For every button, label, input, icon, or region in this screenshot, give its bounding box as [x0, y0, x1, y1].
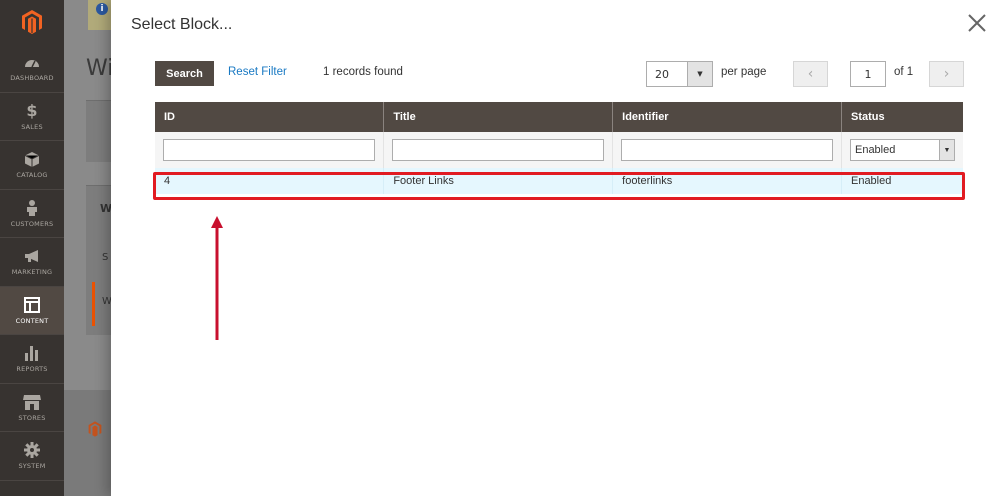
chevron-right-icon: ›	[943, 66, 950, 82]
records-count: 1 records found	[323, 66, 403, 78]
next-page-button[interactable]: ›	[929, 61, 964, 87]
per-page-label: per page	[721, 66, 767, 78]
nav-label: Customers	[10, 219, 54, 228]
nav-content[interactable]: Content	[0, 286, 64, 335]
chevron-down-icon[interactable]: ▼	[938, 140, 954, 160]
nav-stores[interactable]: Stores	[0, 384, 64, 432]
column-header-title[interactable]: Title	[383, 102, 614, 132]
gear-icon	[23, 441, 41, 459]
nav-label: Content	[15, 316, 49, 325]
nav-system[interactable]: System	[0, 432, 64, 481]
nav-catalog[interactable]: Catalog	[0, 141, 64, 190]
grid-header-row: ID Title Identifier Status	[155, 102, 963, 132]
panel-text-partial: S	[102, 252, 109, 263]
arrow-up-icon	[211, 216, 223, 340]
blocks-grid: ID Title Identifier Status Enabled ▼ 4 F…	[155, 102, 963, 194]
page-title-partial: Wi	[86, 56, 114, 81]
id-filter-input[interactable]	[163, 139, 376, 161]
nav-label: Dashboard	[10, 74, 54, 83]
nav-sales[interactable]: $ Sales	[0, 93, 64, 141]
status-filter-value: Enabled	[854, 144, 896, 156]
cell-id[interactable]: 4	[155, 168, 385, 194]
layout-icon	[23, 296, 41, 314]
nav-label: Catalog	[16, 171, 48, 180]
search-button[interactable]: Search	[155, 61, 214, 86]
background-footer	[64, 390, 112, 496]
info-notice: i	[88, 0, 112, 30]
nav-customers[interactable]: Customers	[0, 190, 64, 238]
title-filter-input[interactable]	[392, 139, 605, 161]
reset-filter-link[interactable]: Reset Filter	[228, 66, 287, 78]
bar-chart-icon	[23, 344, 41, 362]
grid-toolbar: Search Reset Filter 1 records found 20 ▼…	[155, 61, 964, 88]
nav-dashboard[interactable]: Dashboard	[0, 44, 64, 93]
cell-identifier[interactable]: footerlinks	[612, 168, 842, 194]
dollar-icon: $	[26, 101, 38, 121]
close-icon[interactable]	[966, 12, 988, 34]
dashboard-icon	[23, 53, 41, 71]
column-header-id[interactable]: ID	[155, 102, 385, 132]
nav-label: Reports	[16, 365, 48, 374]
identifier-filter-input[interactable]	[621, 139, 833, 161]
modal-title: Select Block...	[131, 16, 233, 33]
nav-label: Sales	[21, 122, 43, 131]
per-page-value: 20	[655, 68, 669, 81]
nav-label: Stores	[18, 413, 46, 422]
active-indicator	[92, 282, 95, 326]
status-filter-select[interactable]: Enabled ▼	[849, 139, 955, 161]
store-icon	[23, 393, 41, 411]
info-icon: i	[96, 3, 108, 15]
cell-title[interactable]: Footer Links	[383, 168, 614, 194]
nav-marketing[interactable]: Marketing	[0, 238, 64, 287]
nav-label: Marketing	[11, 268, 53, 277]
column-header-identifier[interactable]: Identifier	[612, 102, 842, 132]
page-number-input[interactable]: 1	[850, 61, 886, 87]
chevron-left-icon: ‹	[807, 66, 814, 82]
admin-sidebar: Dashboard $ Sales Catalog Customers Mark…	[0, 0, 64, 496]
footer-magento-logo	[88, 420, 102, 442]
magento-logo[interactable]	[0, 0, 64, 44]
nav-reports[interactable]: Reports	[0, 335, 64, 384]
filter-cell	[612, 132, 842, 168]
per-page-select[interactable]: 20 ▼	[646, 61, 713, 87]
background-panel: W S W	[86, 185, 112, 335]
background-page: i Wi W S W	[64, 0, 114, 496]
filter-cell	[383, 132, 614, 168]
background-panel	[86, 100, 112, 162]
person-icon	[23, 199, 41, 217]
filter-cell	[155, 132, 385, 168]
megaphone-icon	[23, 247, 41, 265]
column-header-status[interactable]: Status	[841, 102, 963, 132]
cube-icon	[23, 150, 41, 168]
table-row[interactable]: 4 Footer Links footerlinks Enabled	[155, 168, 963, 194]
previous-page-button[interactable]: ‹	[793, 61, 828, 87]
chevron-down-icon[interactable]: ▼	[687, 62, 712, 86]
select-block-modal: Select Block... Search Reset Filter 1 re…	[111, 0, 1000, 496]
cell-status[interactable]: Enabled	[841, 168, 963, 194]
filter-row: Enabled ▼	[155, 132, 963, 168]
total-pages-label: of 1	[894, 66, 914, 78]
nav-label: System	[18, 462, 46, 471]
filter-cell: Enabled ▼	[841, 132, 963, 168]
